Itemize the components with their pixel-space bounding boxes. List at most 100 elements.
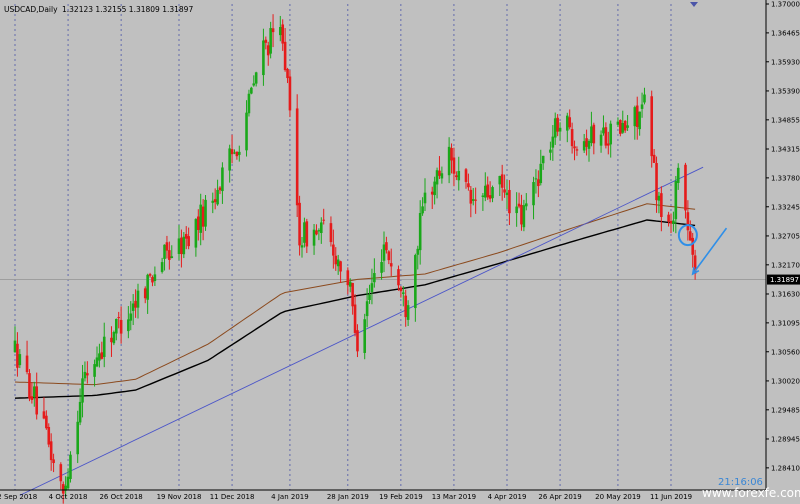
candle-body <box>339 261 342 272</box>
candle-body <box>136 290 140 308</box>
candle-body <box>69 454 72 479</box>
candle-body <box>281 24 285 44</box>
candle-body <box>435 170 439 185</box>
candle-body <box>534 178 538 180</box>
candle-body <box>452 157 456 174</box>
candle-body <box>418 213 422 251</box>
candle-body <box>602 127 605 134</box>
y-tick-label: 1.29485 <box>771 406 800 414</box>
candle-body <box>112 332 116 344</box>
candle-body <box>160 262 164 272</box>
candle-body <box>368 294 371 301</box>
y-tick-label: 1.34315 <box>771 145 800 153</box>
current-price-label: 1.31897 <box>770 276 799 284</box>
candle-body <box>660 193 663 217</box>
candle-body <box>228 148 231 171</box>
candle-body <box>553 118 557 138</box>
x-tick-label: 28 Jan 2019 <box>327 493 369 501</box>
chart-root: 12 Sep 2018 4 Oct 2018 26 Oct 2018 19 Nov 2… <box>0 0 800 504</box>
candle-body <box>262 40 265 76</box>
candle-body <box>401 292 405 294</box>
candle-body <box>271 28 275 33</box>
candle-body <box>218 187 222 191</box>
candle-body <box>131 303 135 311</box>
candle-body <box>447 146 451 176</box>
candle-body <box>471 199 475 201</box>
candle-body <box>457 170 461 181</box>
price-chart[interactable]: 12 Sep 2018 4 Oct 2018 26 Oct 2018 19 Nov 2… <box>0 0 800 504</box>
x-tick-label: 11 Jun 2019 <box>650 493 692 501</box>
candle-body <box>353 304 357 333</box>
candle-body <box>298 202 301 246</box>
candle-body <box>317 230 321 232</box>
candle-body <box>221 167 224 192</box>
candle-body <box>568 117 572 128</box>
candle-body <box>283 41 287 71</box>
candle-body <box>18 354 22 366</box>
candle-body <box>119 319 123 334</box>
candle-body <box>269 28 272 54</box>
candle-body <box>573 146 576 149</box>
candle-body <box>498 175 502 185</box>
y-tick-label: 1.33245 <box>771 203 800 211</box>
candle-body <box>672 220 675 225</box>
candle-body <box>686 212 690 231</box>
candle-body <box>52 459 55 464</box>
x-tick-label: 19 Nov 2018 <box>157 493 202 501</box>
candle-body <box>312 229 316 246</box>
candle-body <box>606 143 610 146</box>
candle-body <box>623 120 627 131</box>
candle-body <box>201 206 205 227</box>
candle-body <box>252 83 256 86</box>
candle-body <box>204 199 207 227</box>
candle-body <box>81 378 84 403</box>
candle-body <box>42 411 46 419</box>
candle-body <box>491 187 494 199</box>
candle-body <box>49 441 53 461</box>
y-tick-label: 1.31630 <box>771 290 800 298</box>
candle-body <box>66 476 70 489</box>
candle-body <box>177 238 181 254</box>
x-tick-label: 4 Oct 2018 <box>49 493 88 501</box>
candle-body <box>254 72 258 84</box>
x-tick-label: 13 Mar 2019 <box>432 493 476 501</box>
candle-body <box>235 151 239 157</box>
candle-body <box>474 199 477 201</box>
candle-body <box>30 396 34 400</box>
candle-body <box>414 255 417 309</box>
y-tick-label: 1.30020 <box>771 377 800 385</box>
y-tick-label: 1.34855 <box>771 116 800 124</box>
candle-body <box>643 94 646 103</box>
candle-body <box>517 203 521 207</box>
candle-body <box>532 182 535 206</box>
candle-body <box>83 371 87 379</box>
candle-body <box>305 221 309 247</box>
candle-body <box>380 262 383 273</box>
candle-body <box>423 192 427 204</box>
candle-body <box>102 336 106 357</box>
candle-body <box>674 181 678 220</box>
candle-body <box>45 415 48 429</box>
candle-body <box>450 148 453 161</box>
candle-body <box>351 282 354 307</box>
candle-body <box>211 200 215 203</box>
shift-marker-icon[interactable] <box>690 2 698 7</box>
candle-body <box>515 206 518 214</box>
candle-body <box>619 120 622 134</box>
candle-body <box>117 317 121 319</box>
candle-body <box>35 386 39 415</box>
candle-body <box>13 340 17 353</box>
candle-body <box>127 319 130 332</box>
candle-body <box>382 244 386 261</box>
candle-body <box>319 222 323 234</box>
x-tick-label: 4 Apr 2019 <box>488 493 527 501</box>
candle-body <box>86 373 89 376</box>
candle-body <box>180 237 183 255</box>
candle-body <box>691 237 695 255</box>
candle-body <box>537 179 540 187</box>
candles-layer <box>13 14 697 504</box>
x-tick-label: 11 Dec 2018 <box>210 493 255 501</box>
x-tick-label: 26 Oct 2018 <box>99 493 142 501</box>
candle-body <box>551 136 555 148</box>
candle-body <box>397 269 400 286</box>
